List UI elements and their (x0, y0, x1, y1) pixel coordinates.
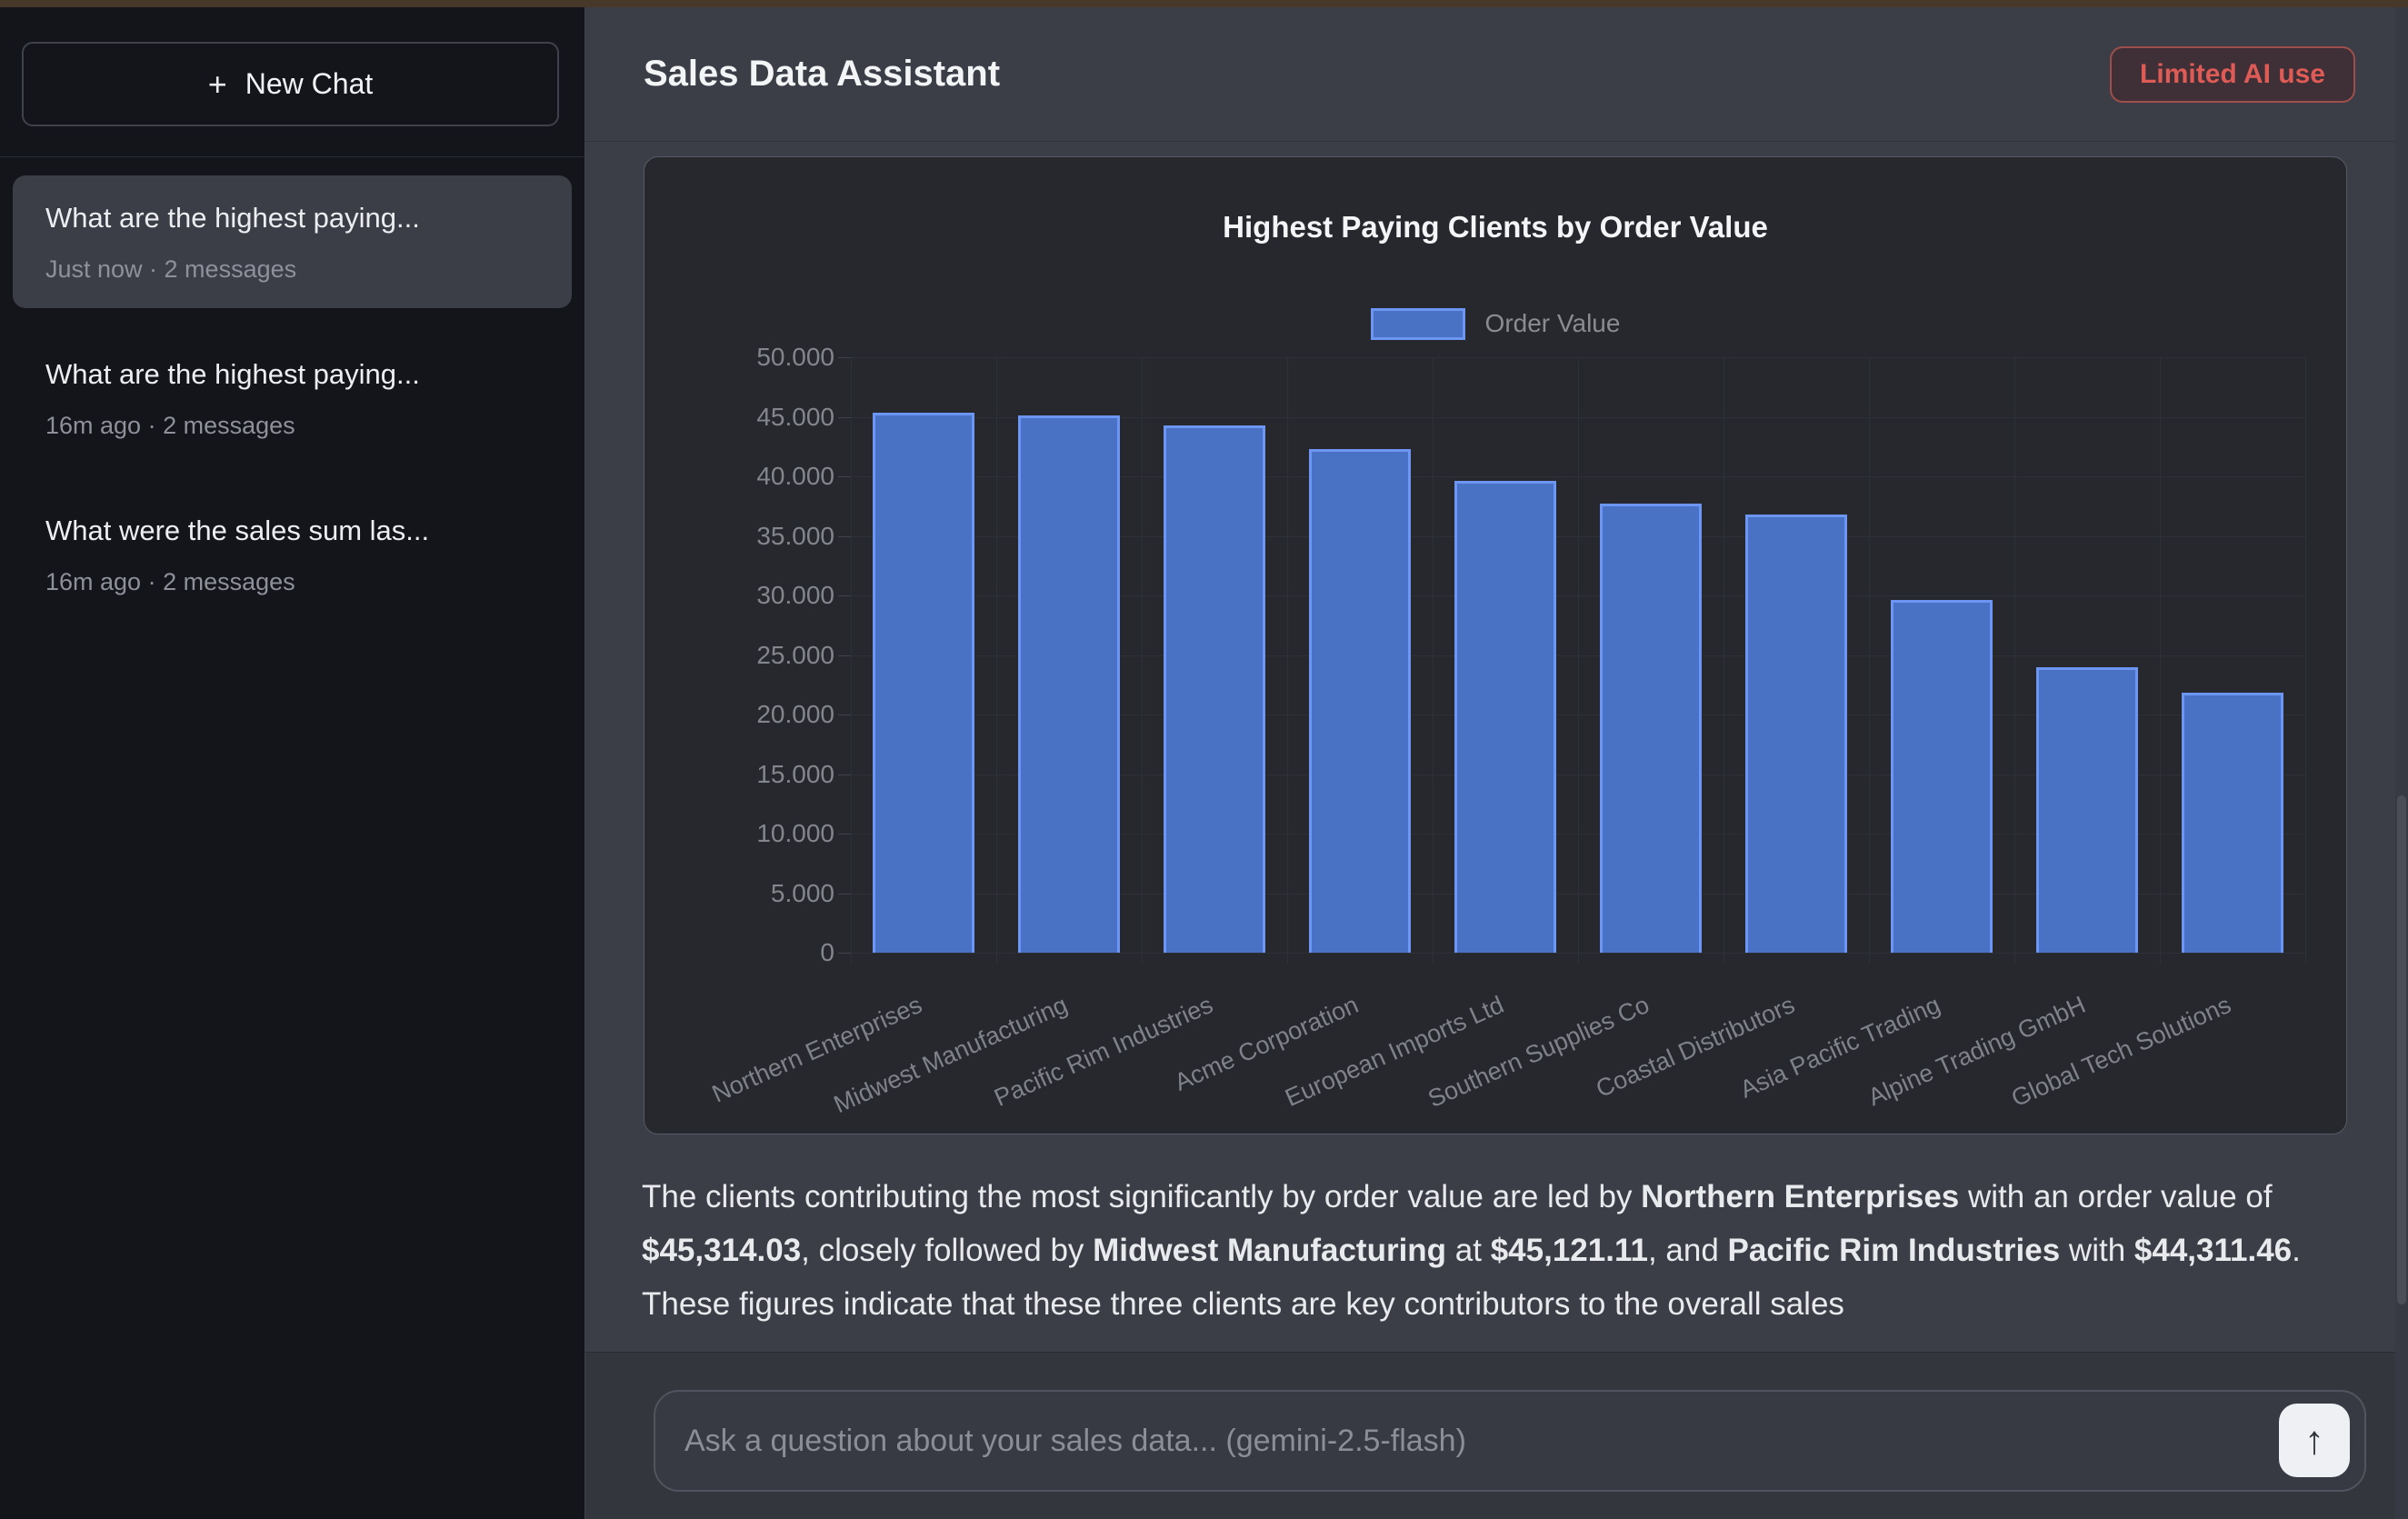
page-title: Sales Data Assistant (644, 54, 1000, 95)
chat-meta: 16m ago · 2 messages (45, 566, 539, 597)
bar-midwest-manufacturing[interactable] (1018, 415, 1120, 953)
chat-meta: 16m ago · 2 messages (45, 410, 539, 441)
bar-coastal-distributors[interactable] (1745, 515, 1847, 953)
bar-northern-enterprises[interactable] (873, 413, 974, 953)
chat-meta: Just now · 2 messages (45, 254, 539, 285)
composer-box: ↑ (654, 1390, 2366, 1492)
x-axis-category-label: Southern Supplies Co (1393, 990, 1654, 1128)
question-input[interactable] (684, 1392, 2230, 1490)
bar-pacific-rim-industries[interactable] (1164, 425, 1265, 953)
x-axis-category-label: Alpine Trading GmbH (1829, 990, 2090, 1128)
bar-chart-plot-area: 05.00010.00015.00020.00025.00030.00035.0… (851, 357, 2305, 953)
x-gridline (1578, 357, 1579, 964)
bar-acme-corporation[interactable] (1309, 449, 1411, 953)
summary-text: at (1446, 1233, 1491, 1268)
x-axis-category-label: Coastal Distributors (1538, 990, 1799, 1128)
x-gridline (2160, 357, 2161, 964)
summary-text: with (2060, 1233, 2134, 1268)
y-tick-mark (838, 953, 851, 954)
app-window: + New Chat What are the highest paying..… (0, 0, 2408, 1519)
top-accent-bar (0, 0, 2408, 7)
y-axis-tick-label: 15.000 (689, 762, 834, 787)
y-axis-tick-label: 50.000 (689, 345, 834, 370)
chat-title: What were the sales sum las... (45, 514, 539, 548)
main-header: Sales Data Assistant Limited AI use (585, 7, 2408, 142)
summary-text: The clients contributing the most signif… (642, 1179, 1641, 1214)
y-axis-tick-label: 45.000 (689, 405, 834, 430)
summary-text: , and (1648, 1233, 1728, 1268)
x-gridline (2014, 357, 2015, 964)
chat-list-item[interactable]: What were the sales sum las... 16m ago ·… (13, 488, 572, 621)
y-axis-tick-label: 10.000 (689, 821, 834, 846)
x-gridline (1433, 357, 1434, 964)
scrollbar-thumb[interactable] (2397, 795, 2406, 1304)
chart-title: Highest Paying Clients by Order Value (644, 210, 2346, 245)
main-content: Highest Paying Clients by Order Value Or… (585, 143, 2408, 1352)
y-tick-mark (838, 595, 851, 596)
legend-label: Order Value (1485, 309, 1621, 338)
x-axis-category-label: Asia Pacific Trading (1684, 990, 1944, 1128)
y-axis-tick-label: 20.000 (689, 702, 834, 727)
summary-text: , closely followed by (801, 1233, 1093, 1268)
x-gridline (1869, 357, 1870, 964)
y-axis-tick-label: 0 (689, 940, 834, 965)
new-chat-button[interactable]: + New Chat (22, 42, 559, 126)
chat-title: What are the highest paying... (45, 357, 539, 392)
y-tick-mark (838, 357, 851, 358)
summary-bold-text: $44,311.46 (2134, 1233, 2292, 1268)
chart-legend: Order Value (644, 307, 2346, 340)
y-axis-tick-label: 35.000 (689, 524, 834, 549)
sidebar: + New Chat What are the highest paying..… (0, 7, 585, 1519)
legend-swatch (1371, 308, 1465, 340)
summary-bold-text: $45,121.11 (1491, 1233, 1648, 1268)
scrollbar-track[interactable] (2395, 7, 2408, 1519)
y-tick-mark (838, 476, 851, 477)
x-axis-category-label: Midwest Manufacturing (811, 990, 1072, 1128)
chat-list-item[interactable]: What are the highest paying... 16m ago ·… (13, 332, 572, 465)
x-axis-category-label: Acme Corporation (1102, 990, 1363, 1128)
plus-icon: + (208, 65, 227, 104)
chart-panel: Highest Paying Clients by Order Value Or… (644, 156, 2347, 1134)
summary-bold-text: $45,314.03 (642, 1233, 801, 1268)
composer-bar: ↑ (585, 1352, 2408, 1519)
bar-alpine-trading-gmbh[interactable] (2036, 667, 2138, 953)
x-gridline (1142, 357, 1143, 964)
x-axis-category-label: Global Tech Solutions (1974, 990, 2235, 1128)
bar-asia-pacific-trading[interactable] (1891, 600, 1993, 953)
send-button[interactable]: ↑ (2279, 1404, 2350, 1477)
y-tick-mark (838, 774, 851, 775)
chat-history-list: What are the highest paying... Just now … (0, 157, 585, 621)
y-tick-mark (838, 417, 851, 418)
y-axis-tick-label: 25.000 (689, 643, 834, 668)
x-gridline (996, 357, 997, 964)
y-axis-tick-label: 40.000 (689, 464, 834, 489)
bar-european-imports-ltd[interactable] (1454, 481, 1556, 953)
summary-bold-text: Midwest Manufacturing (1093, 1233, 1446, 1268)
x-gridline (2305, 357, 2306, 964)
assistant-summary-text: The clients contributing the most signif… (642, 1170, 2319, 1331)
y-axis-tick-label: 5.000 (689, 881, 834, 906)
x-gridline (851, 357, 852, 964)
sidebar-header: + New Chat (0, 7, 585, 157)
chat-title: What are the highest paying... (45, 201, 539, 235)
x-axis-category-label: Pacific Rim Industries (956, 990, 1217, 1128)
y-tick-mark (838, 655, 851, 656)
summary-bold-text: Pacific Rim Industries (1728, 1233, 2061, 1268)
bar-southern-supplies-co[interactable] (1600, 504, 1702, 953)
chat-list-item[interactable]: What are the highest paying... Just now … (13, 175, 572, 308)
y-tick-mark (838, 536, 851, 537)
x-axis-category-label: Northern Enterprises (665, 990, 926, 1128)
bar-global-tech-solutions[interactable] (2182, 693, 2283, 953)
x-gridline (1287, 357, 1288, 964)
y-axis-tick-label: 30.000 (689, 583, 834, 608)
new-chat-label: New Chat (245, 67, 374, 101)
summary-text: with an order value of (1959, 1179, 2272, 1214)
send-arrow-icon: ↑ (2304, 1421, 2324, 1461)
limited-ai-use-badge: Limited AI use (2110, 46, 2355, 103)
x-axis-category-label: European Imports Ltd (1247, 990, 1508, 1128)
summary-bold-text: Northern Enterprises (1641, 1179, 1959, 1214)
